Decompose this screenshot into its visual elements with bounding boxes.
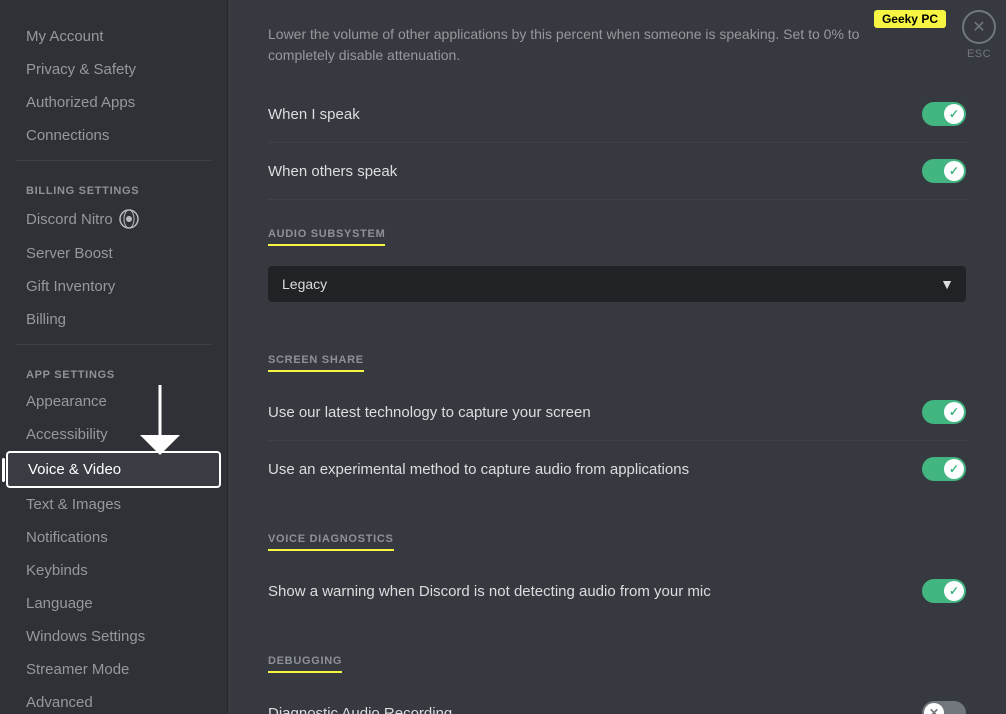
capture-audio-label: Use an experimental method to capture au… — [268, 461, 689, 478]
sidebar-item-voice-video[interactable]: Voice & Video — [6, 451, 221, 488]
esc-button[interactable]: ✕ — [962, 10, 996, 44]
setting-row-diagnostic-audio: Diagnostic Audio Recording ✕ — [268, 685, 966, 714]
sidebar-section-top: My Account Privacy & Safety Authorized A… — [0, 20, 227, 152]
screen-share-label: SCREEN SHARE — [268, 354, 364, 372]
sidebar-item-label: Gift Inventory — [26, 278, 115, 295]
sidebar-item-label: Discord Nitro — [26, 211, 113, 228]
toggle-x-icon: ✕ — [929, 706, 939, 714]
nitro-icon — [119, 209, 139, 229]
sidebar-item-label: Windows Settings — [26, 628, 145, 645]
sidebar-item-label: Billing — [26, 311, 66, 328]
watermark: Geeky PC — [874, 10, 946, 28]
sidebar-item-label: Streamer Mode — [26, 661, 129, 678]
sidebar-item-keybinds[interactable]: Keybinds — [6, 554, 221, 587]
sidebar-item-windows-settings[interactable]: Windows Settings — [6, 620, 221, 653]
screen-share-section: SCREEN SHARE Use our latest technology t… — [268, 326, 966, 497]
sidebar-section-billing: BILLING SETTINGS Discord Nitro Server Bo… — [0, 169, 227, 336]
sidebar-divider-1 — [16, 160, 211, 161]
dropdown-wrapper: Legacy Standard Experimental ▼ — [268, 266, 966, 302]
sidebar: My Account Privacy & Safety Authorized A… — [0, 0, 228, 714]
voice-diagnostics-label: VOICE DIAGNOSTICS — [268, 533, 394, 551]
sidebar-item-authorized-apps[interactable]: Authorized Apps — [6, 86, 221, 119]
capture-audio-toggle[interactable]: ✓ — [922, 457, 966, 481]
sidebar-item-label: Appearance — [26, 393, 107, 410]
audio-subsystem-dropdown[interactable]: Legacy Standard Experimental — [268, 266, 966, 302]
sidebar-item-notifications[interactable]: Notifications — [6, 521, 221, 554]
sidebar-item-privacy-safety[interactable]: Privacy & Safety — [6, 53, 221, 86]
sidebar-section-app: APP SETTINGS Appearance Accessibility Vo… — [0, 353, 227, 714]
toggle-check-icon-3: ✓ — [949, 405, 959, 419]
setting-row-when-others-speak: When others speak ✓ — [268, 143, 966, 200]
capture-screen-label: Use our latest technology to capture you… — [268, 404, 591, 421]
app-section-label: APP SETTINGS — [6, 353, 221, 385]
setting-row-warning-no-mic: Show a warning when Discord is not detec… — [268, 563, 966, 619]
toggle-check-icon: ✓ — [949, 107, 959, 121]
main-content: Geeky PC ✕ ESC Lower the volume of other… — [228, 0, 1006, 714]
billing-section-label: BILLING SETTINGS — [6, 169, 221, 201]
sidebar-item-server-boost[interactable]: Server Boost — [6, 237, 221, 270]
toggle-knob-2: ✓ — [944, 161, 964, 181]
sidebar-item-label: Advanced — [26, 694, 93, 711]
toggle-knob-6: ✕ — [924, 703, 944, 714]
sidebar-item-accessibility[interactable]: Accessibility — [6, 418, 221, 451]
setting-row-capture-screen: Use our latest technology to capture you… — [268, 384, 966, 441]
warning-no-mic-label: Show a warning when Discord is not detec… — [268, 583, 711, 600]
sidebar-item-label: Accessibility — [26, 426, 108, 443]
setting-row-when-i-speak: When I speak ✓ — [268, 86, 966, 143]
sidebar-item-connections[interactable]: Connections — [6, 119, 221, 152]
debugging-label: DEBUGGING — [268, 655, 342, 673]
sidebar-item-label: Voice & Video — [28, 461, 121, 478]
sidebar-item-label: Connections — [26, 127, 109, 144]
esc-container: ✕ ESC — [962, 10, 996, 60]
toggle-knob: ✓ — [944, 104, 964, 124]
sidebar-item-language[interactable]: Language — [6, 587, 221, 620]
diagnostic-audio-label: Diagnostic Audio Recording — [268, 705, 452, 714]
debugging-section: DEBUGGING Diagnostic Audio Recording ✕ — [268, 627, 966, 714]
audio-subsystem-label: AUDIO SUBSYSTEM — [268, 228, 385, 246]
diagnostic-audio-toggle[interactable]: ✕ — [922, 701, 966, 714]
audio-subsystem-dropdown-container: Legacy Standard Experimental ▼ — [268, 266, 966, 302]
toggle-check-icon-4: ✓ — [949, 462, 959, 476]
attenuation-description: Lower the volume of other applications b… — [268, 24, 966, 66]
sidebar-item-label: Keybinds — [26, 562, 88, 579]
sidebar-item-label: My Account — [26, 28, 104, 45]
sidebar-item-label: Text & Images — [26, 496, 121, 513]
sidebar-item-label: Privacy & Safety — [26, 61, 136, 78]
setting-row-capture-audio: Use an experimental method to capture au… — [268, 441, 966, 497]
toggle-check-icon-5: ✓ — [949, 584, 959, 598]
sidebar-item-label: Language — [26, 595, 93, 612]
esc-label: ESC — [967, 48, 991, 60]
sidebar-item-advanced[interactable]: Advanced — [6, 686, 221, 714]
audio-subsystem-section: AUDIO SUBSYSTEM Legacy Standard Experime… — [268, 200, 966, 302]
sidebar-item-label: Server Boost — [26, 245, 113, 262]
sidebar-divider-2 — [16, 344, 211, 345]
sidebar-item-gift-inventory[interactable]: Gift Inventory — [6, 270, 221, 303]
sidebar-item-my-account[interactable]: My Account — [6, 20, 221, 53]
toggle-check-icon-2: ✓ — [949, 164, 959, 178]
toggle-knob-4: ✓ — [944, 459, 964, 479]
when-i-speak-toggle[interactable]: ✓ — [922, 102, 966, 126]
voice-diagnostics-section: VOICE DIAGNOSTICS Show a warning when Di… — [268, 505, 966, 619]
when-others-speak-label: When others speak — [268, 163, 397, 180]
sidebar-item-streamer-mode[interactable]: Streamer Mode — [6, 653, 221, 686]
sidebar-item-billing[interactable]: Billing — [6, 303, 221, 336]
sidebar-item-discord-nitro[interactable]: Discord Nitro — [6, 201, 221, 237]
when-i-speak-label: When I speak — [268, 106, 360, 123]
capture-screen-toggle[interactable]: ✓ — [922, 400, 966, 424]
sidebar-item-label: Notifications — [26, 529, 108, 546]
toggle-knob-5: ✓ — [944, 581, 964, 601]
when-others-speak-toggle[interactable]: ✓ — [922, 159, 966, 183]
warning-no-mic-toggle[interactable]: ✓ — [922, 579, 966, 603]
sidebar-item-appearance[interactable]: Appearance — [6, 385, 221, 418]
toggle-knob-3: ✓ — [944, 402, 964, 422]
sidebar-item-text-images[interactable]: Text & Images — [6, 488, 221, 521]
sidebar-item-label: Authorized Apps — [26, 94, 135, 111]
